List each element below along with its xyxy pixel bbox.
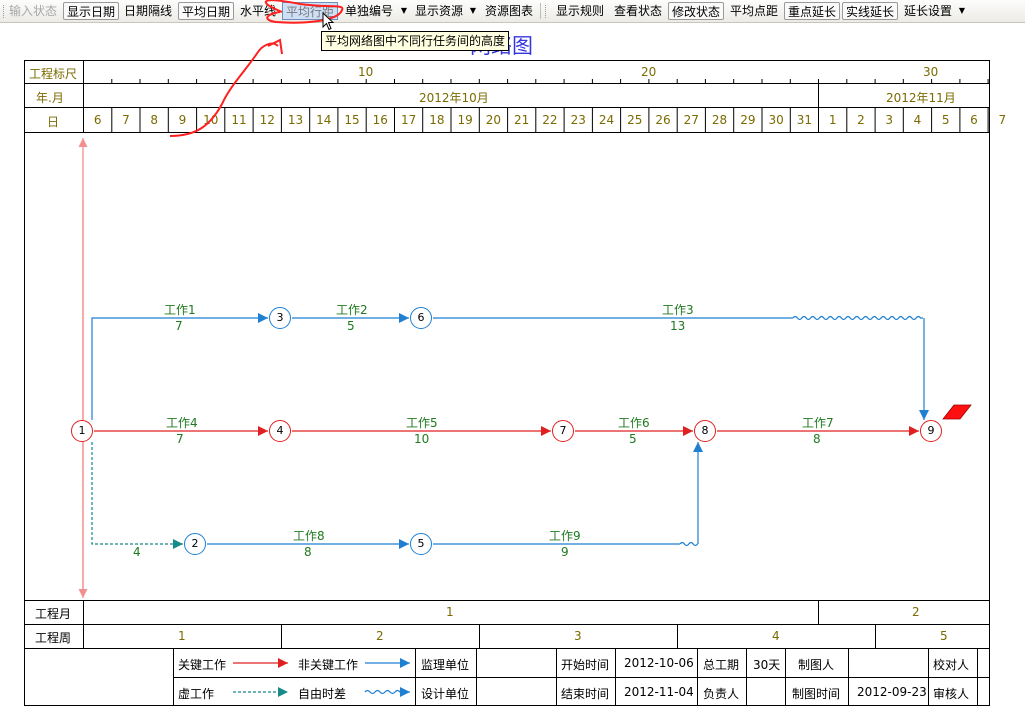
tooltip: 平均网络图中不同行任务间的高度: [321, 31, 510, 51]
hand-annotation: [169, 0, 344, 137]
annotation-arrowhead: [267, 38, 283, 55]
annotation-scribble: [169, 42, 279, 137]
mouse-cursor-icon: [322, 12, 335, 31]
